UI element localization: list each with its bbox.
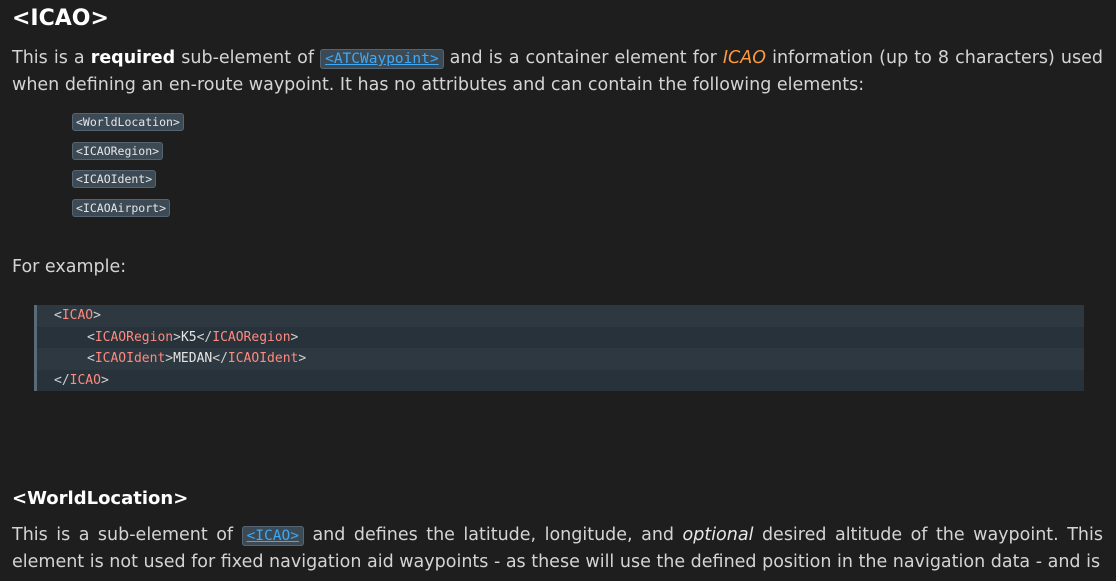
code-line: <ICAORegion>K5</ICAORegion> (37, 326, 1084, 348)
element-tag-icaoairport: <ICAOAirport> (72, 198, 171, 217)
atcwaypoint-link[interactable]: <ATCWaypoint> (320, 49, 444, 69)
code-line: <ICAO> (54, 308, 101, 323)
worldlocation-description: This is a sub-element of <ICAO> and defi… (12, 525, 1103, 572)
list-item: <WorldLocation> (72, 108, 184, 137)
section-heading-worldlocation: <WorldLocation> (12, 488, 189, 509)
list-item: <ICAOIdent> (72, 165, 184, 194)
icao-link[interactable]: <ICAO> (241, 526, 304, 546)
code-line: </ICAO> (37, 369, 1084, 391)
element-tag-icaoregion: <ICAORegion> (72, 141, 164, 160)
list-item: <ICAOAirport> (72, 194, 184, 223)
code-example: <ICAO> <ICAORegion>K5</ICAORegion> <ICAO… (34, 305, 1084, 391)
section-heading-icao: <ICAO> (12, 6, 109, 31)
element-tag-worldlocation: <WorldLocation> (72, 113, 184, 131)
icao-description: This is a required sub-element of <ATCWa… (12, 48, 1104, 95)
list-item: <ICAORegion> (72, 137, 184, 166)
icao-term: ICAO (722, 48, 767, 68)
element-tag-icaoident: <ICAOIdent> (72, 170, 157, 188)
optional-keyword: optional (682, 525, 754, 545)
example-label: For example: (12, 257, 127, 277)
code-line: <ICAOIdent>MEDAN</ICAOIdent> (87, 351, 307, 366)
child-element-list: <WorldLocation> <ICAORegion> <ICAOIdent>… (72, 108, 184, 222)
required-keyword: required (90, 48, 176, 68)
